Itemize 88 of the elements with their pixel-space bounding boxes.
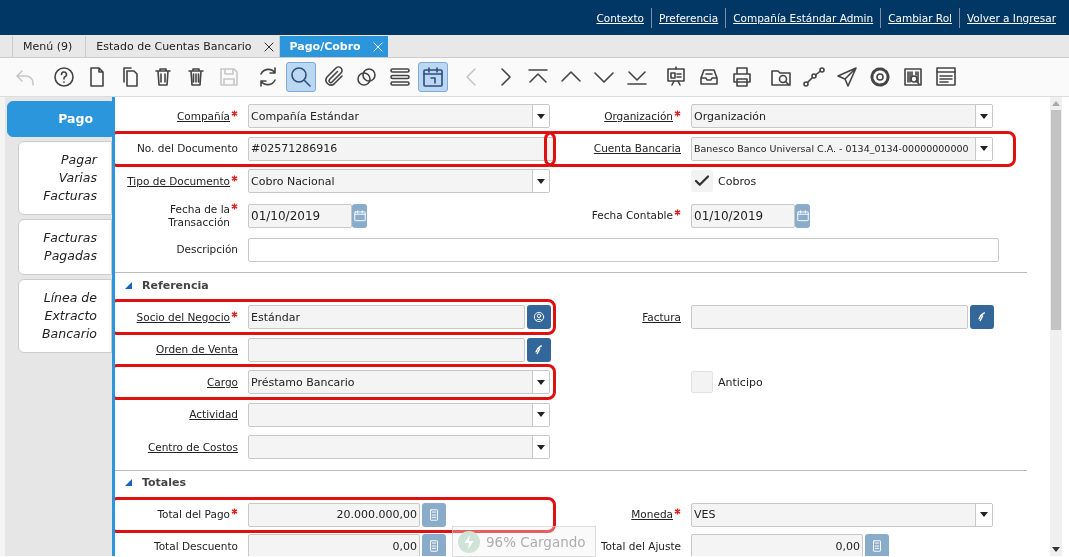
caret-icon bbox=[980, 512, 988, 518]
caret-icon bbox=[537, 412, 545, 418]
input-field[interactable]: 20.000.000,00 bbox=[248, 502, 420, 527]
input-field[interactable] bbox=[248, 237, 999, 262]
field-label: Descripción bbox=[176, 243, 238, 257]
dropdown-field[interactable]: Banesco Banco Universal C.A. - 0134_0134-00000000000 bbox=[691, 136, 993, 161]
report-icon bbox=[664, 65, 688, 89]
dropdown-field[interactable] bbox=[248, 402, 550, 427]
calculator-icon bbox=[427, 539, 441, 553]
dropdown-field[interactable] bbox=[248, 435, 550, 460]
field-label[interactable]: Actividad bbox=[189, 408, 238, 422]
loading-text: 96% Cargando bbox=[486, 533, 586, 550]
caret-icon bbox=[537, 178, 545, 184]
field-label[interactable]: Cuenta Bancaria bbox=[593, 142, 681, 156]
field-label[interactable]: Cargo bbox=[207, 375, 238, 389]
side-tab[interactable]: Pagar Varias Facturas bbox=[18, 141, 112, 215]
calculator-icon bbox=[427, 507, 441, 522]
side-tab[interactable]: Facturas Pagadas bbox=[18, 219, 112, 275]
field-label: Fecha de la Transacción bbox=[167, 202, 230, 229]
field-label: Total del Pago bbox=[157, 508, 230, 522]
caret-icon bbox=[537, 444, 545, 450]
field-label[interactable]: Moneda bbox=[631, 508, 673, 522]
field-label[interactable]: Tipo de Documento bbox=[127, 174, 230, 188]
caret-icon bbox=[537, 113, 545, 119]
form-icon bbox=[934, 65, 958, 89]
field-label[interactable]: Centro de Costos bbox=[147, 440, 238, 454]
help-icon bbox=[52, 65, 76, 89]
save-icon bbox=[217, 65, 241, 89]
dropdown-field[interactable]: Organización bbox=[691, 104, 993, 129]
field-label[interactable]: Organización bbox=[604, 109, 673, 123]
input-field[interactable]: 0,00 bbox=[248, 534, 420, 556]
tab[interactable]: Menú (9) bbox=[12, 36, 86, 57]
dropdown-field[interactable]: Cobro Nacional bbox=[248, 169, 550, 194]
collapse-icon bbox=[125, 281, 132, 289]
header-link[interactable]: Preferencia bbox=[652, 11, 726, 24]
input-field[interactable]: 0,00 bbox=[691, 534, 863, 556]
checkbox-label: Cobros bbox=[718, 174, 757, 188]
checkbox-label: Anticipo bbox=[718, 375, 763, 389]
dropdown-field[interactable]: Compañía Estándar bbox=[248, 104, 550, 129]
printer-icon bbox=[730, 65, 754, 89]
workflow-icon bbox=[802, 65, 826, 89]
header-link[interactable]: Cambiar Rol bbox=[881, 11, 959, 24]
collapse-icon bbox=[125, 479, 132, 486]
input-field[interactable] bbox=[691, 305, 968, 330]
calendar-icon bbox=[795, 208, 810, 223]
send-icon bbox=[835, 65, 859, 89]
calculator-icon bbox=[870, 539, 884, 553]
caret-icon bbox=[980, 113, 988, 119]
search-icon bbox=[289, 65, 313, 89]
input-field[interactable]: #02571286916 bbox=[248, 136, 555, 161]
field-label[interactable]: Factura bbox=[642, 310, 681, 324]
paperclip-icon bbox=[322, 65, 346, 89]
field-label[interactable]: Orden de Venta bbox=[156, 343, 238, 357]
dropdown-field[interactable]: Préstamo Bancario bbox=[248, 370, 550, 395]
header-link[interactable]: Compañía Estándar Admin bbox=[726, 11, 881, 24]
caret-icon bbox=[537, 379, 545, 385]
field-label[interactable]: Compañía bbox=[176, 109, 230, 123]
toolbar-button[interactable] bbox=[418, 62, 448, 92]
input-field[interactable] bbox=[248, 337, 525, 362]
input-field[interactable]: 01/10/2019 bbox=[248, 203, 352, 228]
side-tab[interactable]: Línea de Extracto Bancario bbox=[18, 279, 112, 353]
header-link[interactable]: Volver a Ingresar bbox=[960, 11, 1063, 24]
scrollbar[interactable] bbox=[1050, 97, 1062, 556]
calendar-icon bbox=[421, 65, 445, 89]
toolbar-button[interactable] bbox=[286, 62, 316, 92]
dropdown-field[interactable]: VES bbox=[691, 502, 993, 527]
input-field[interactable]: 01/10/2019 bbox=[691, 203, 795, 228]
calendar-icon bbox=[352, 208, 367, 223]
field-label[interactable]: Socio del Negocio bbox=[136, 310, 230, 324]
caret-icon bbox=[980, 146, 988, 152]
tab[interactable]: Estado de Cuentas Bancario bbox=[85, 36, 279, 57]
input-field[interactable]: Estándar bbox=[248, 305, 525, 330]
person-icon bbox=[532, 310, 546, 325]
section-header[interactable]: Totales bbox=[115, 470, 1027, 495]
field-label: Total Descuento bbox=[154, 539, 238, 553]
checkbox[interactable] bbox=[691, 371, 713, 394]
header-link[interactable]: Contexto bbox=[589, 11, 651, 24]
lookup-button[interactable] bbox=[527, 305, 551, 330]
section-header[interactable]: Referencia bbox=[115, 273, 1027, 297]
field-label: Total del Ajuste bbox=[600, 539, 681, 553]
lightning-icon bbox=[458, 530, 480, 553]
checkbox[interactable] bbox=[691, 170, 713, 193]
field-label: Fecha Contable bbox=[591, 209, 673, 222]
barcode-search-icon bbox=[901, 65, 925, 89]
lookup-button[interactable] bbox=[527, 337, 551, 362]
rows-icon bbox=[388, 65, 412, 89]
lookup-button[interactable] bbox=[970, 305, 994, 330]
field-label: No. del Documento bbox=[137, 142, 238, 156]
